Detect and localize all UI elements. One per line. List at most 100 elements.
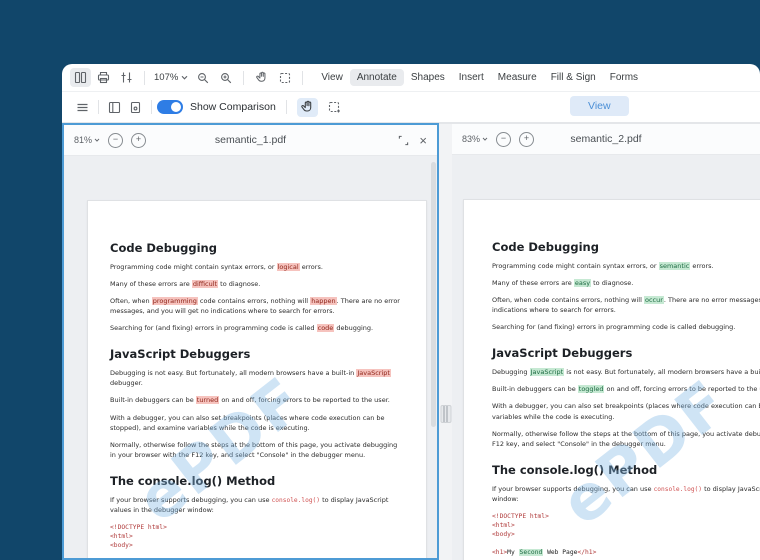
document-content: Code Debugging Programming code might con…	[492, 240, 760, 560]
divider	[243, 70, 245, 85]
tab-forms[interactable]: Forms	[603, 69, 645, 86]
divider	[285, 100, 287, 114]
zoom-out-button[interactable]	[192, 68, 213, 87]
two-pages-icon	[74, 71, 87, 84]
text-run: With a debugger, you can also set breakp…	[492, 402, 760, 421]
select-tool-button-secondary[interactable]	[324, 98, 345, 117]
pan-tool-button[interactable]	[251, 68, 272, 87]
zoom-in-button[interactable]	[215, 68, 236, 87]
pane-1-scrollbar[interactable]	[431, 162, 436, 427]
pane-1-canvas[interactable]: Code Debugging Programming code might con…	[64, 156, 437, 558]
text-run: With a debugger, you can also set breakp…	[110, 413, 385, 432]
code-block: <!DOCTYPE html> <html> <body> <h1>My Secon…	[492, 513, 760, 560]
pan-tool-button-secondary[interactable]	[296, 97, 318, 117]
doc-paragraph: Debugging is not easy. But fortunately, …	[110, 368, 404, 388]
settings-button[interactable]	[116, 68, 137, 87]
pane-1-zoom-in-button[interactable]: +	[131, 132, 147, 148]
text-run: Often, when code contains errors, nothin…	[492, 296, 644, 305]
code-line: <html>	[110, 533, 404, 542]
select-tool-button[interactable]	[274, 68, 295, 87]
tab-shapes[interactable]: Shapes	[404, 69, 452, 86]
text-run: Programming code might contain syntax er…	[110, 263, 277, 271]
mode-tabs: View Annotate Shapes Insert Measure Fill…	[314, 69, 645, 86]
doc-paragraph: Normally, otherwise follow the steps at …	[492, 429, 760, 449]
code-tag: <h1>	[492, 548, 508, 556]
chevron-down-icon	[482, 137, 488, 141]
doc-heading: The console.log() Method	[492, 462, 658, 477]
code-line: <!DOCTYPE html>	[492, 513, 760, 522]
inline-code: console.log()	[271, 496, 321, 504]
tab-fill-sign[interactable]: Fill & Sign	[544, 69, 603, 86]
divider	[144, 70, 145, 85]
text-run: Debugging	[492, 368, 530, 377]
pane-2-zoom-dropdown[interactable]: 83%	[462, 134, 488, 144]
doc-paragraph: Many of these errors are easy to diagnos…	[492, 278, 760, 288]
secondary-toolbar: Show Comparison View	[62, 92, 760, 123]
hamburger-icon	[76, 101, 89, 114]
diff-highlight: logical	[276, 263, 300, 271]
print-button[interactable]	[93, 68, 114, 87]
show-comparison-toggle[interactable]	[157, 100, 183, 114]
code-tag: <body>	[492, 530, 515, 538]
diff-highlight: code	[316, 324, 335, 333]
pane-2-zoom-in-button[interactable]: +	[519, 131, 535, 147]
pdf-page: Code Debugging Programming code might con…	[87, 200, 427, 558]
hand-icon	[255, 71, 268, 84]
diff-highlight: occur	[643, 296, 664, 305]
pane-1-header: 81% − + semantic_1.pdf ×	[64, 125, 437, 156]
show-comparison-label: Show Comparison	[190, 101, 276, 113]
doc-paragraph: If your browser supports debugging, you …	[492, 484, 760, 505]
chevron-down-icon	[181, 75, 188, 80]
zoom-level-dropdown[interactable]: 107%	[152, 72, 190, 83]
code-tag: <html>	[492, 522, 515, 530]
doc-heading: Code Debugging	[110, 241, 217, 255]
sidebar-toggle-button[interactable]	[104, 98, 125, 117]
marquee-select-plus-icon	[328, 101, 341, 114]
pane-1-zoom-dropdown[interactable]: 81%	[74, 135, 100, 145]
document-info-button[interactable]	[125, 98, 146, 117]
text-run: to diagnose.	[591, 279, 634, 288]
diff-highlight: semantic	[658, 262, 691, 270]
diff-highlight: programming	[151, 297, 198, 306]
magnifier-minus-icon	[197, 72, 209, 84]
pane-2-canvas[interactable]: Code Debugging Programming code might con…	[452, 155, 760, 560]
doc-paragraph: If your browser supports debugging, you …	[110, 495, 404, 516]
menu-button[interactable]	[72, 98, 93, 117]
tab-view[interactable]: View	[314, 69, 350, 86]
code-tag: <body>	[110, 542, 133, 550]
divider	[98, 100, 99, 114]
inline-code: console.log()	[653, 485, 703, 493]
diff-highlight: JavaScript	[356, 369, 391, 378]
text-run: to diagnose.	[218, 280, 261, 289]
doc-paragraph: Built-in debuggers can be turned on and …	[110, 395, 404, 405]
pane-2-zoom-out-button[interactable]: −	[496, 131, 512, 147]
text-run: Debugging is not easy. But fortunately, …	[110, 369, 357, 378]
zoom-level-value: 107%	[154, 72, 179, 83]
code-line: <!DOCTYPE html>	[110, 524, 404, 533]
resize-grip-icon[interactable]	[440, 405, 451, 423]
code-line: <h1>My Second Web Page</h1>	[492, 548, 760, 558]
doc-paragraph: Searching for (and fixing) errors in pro…	[110, 323, 404, 333]
pane-1-zoom-out-button[interactable]: −	[108, 132, 124, 148]
code-line: <html>	[492, 522, 760, 531]
doc-heading: The console.log() Method	[110, 473, 276, 488]
tab-insert[interactable]: Insert	[452, 69, 491, 86]
two-page-view-button[interactable]	[70, 68, 91, 87]
text-run: Many of these errors are	[110, 280, 192, 289]
text-run: Many of these errors are	[492, 279, 574, 288]
text-run: Built-in debuggers can be	[492, 385, 578, 394]
pane-resize-divider[interactable]	[439, 123, 452, 560]
code-tag: </h1>	[577, 548, 597, 556]
tab-measure[interactable]: Measure	[491, 69, 544, 86]
tab-annotate[interactable]: Annotate	[349, 69, 404, 86]
view-button[interactable]: View	[570, 96, 629, 116]
pdf-editor-window: 107% View Annotate Shapes Insert Measure…	[62, 64, 760, 560]
doc-paragraph: Built-in debuggers can be toggled on and…	[492, 384, 760, 394]
text-run: Built-in debuggers can be	[110, 396, 196, 405]
code-line: <body>	[110, 542, 404, 551]
text-run: Often, when	[110, 297, 152, 306]
expand-icon[interactable]	[398, 135, 409, 146]
hand-icon	[300, 100, 314, 114]
close-icon[interactable]: ×	[419, 134, 427, 147]
